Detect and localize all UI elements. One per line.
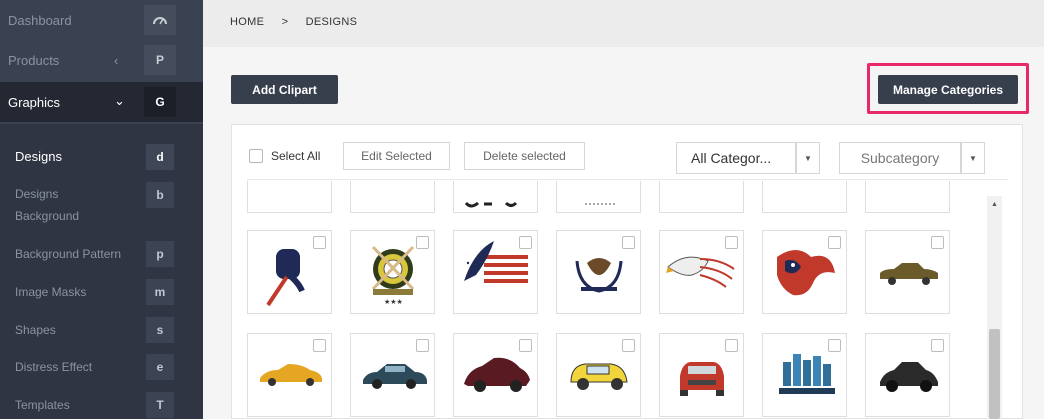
- design-tile-hot-rod-black[interactable]: [865, 333, 950, 417]
- design-tile[interactable]: [659, 181, 744, 213]
- delete-selected-button[interactable]: Delete selected: [464, 142, 585, 170]
- sidebar-subitem-badge: s: [146, 317, 174, 343]
- sidebar-subitem-label: Image Masks: [15, 285, 87, 299]
- design-tile-checkbox[interactable]: [622, 339, 635, 352]
- caret-down-icon[interactable]: ▼: [961, 142, 985, 174]
- chevron-left-icon: ‹: [114, 52, 119, 68]
- breadcrumb: HOME > DESIGNS: [230, 16, 371, 28]
- breadcrumb-separator: >: [281, 16, 289, 28]
- sidebar-subitem-badge: p: [146, 241, 174, 267]
- design-tile-vintage-car[interactable]: [865, 230, 950, 314]
- design-tile-checkbox[interactable]: [313, 236, 326, 249]
- sidebar-subitem-badge: m: [146, 279, 174, 305]
- design-tile-checkbox[interactable]: [931, 236, 944, 249]
- design-tile-checkbox[interactable]: [931, 339, 944, 352]
- breadcrumb-home[interactable]: HOME: [230, 16, 264, 28]
- sidebar-subitem-designs-background[interactable]: Designs Background b: [0, 182, 203, 228]
- sidebar-item-label: Graphics: [8, 94, 61, 110]
- design-tile-checkbox[interactable]: [828, 236, 841, 249]
- design-tile-city-skyline-car[interactable]: [762, 333, 847, 417]
- scrollbar-thumb[interactable]: [989, 329, 1000, 419]
- design-tile-classic-car-red[interactable]: [453, 333, 538, 417]
- select-all-label[interactable]: Select All: [271, 149, 320, 163]
- sidebar-subitem-background-pattern[interactable]: Background Pattern p: [0, 241, 203, 267]
- manage-categories-button[interactable]: Manage Categories: [878, 75, 1018, 104]
- design-tile-baseball-bat-glove[interactable]: [247, 230, 332, 314]
- sidebar-subitem-templates[interactable]: Templates T: [0, 392, 203, 418]
- category-select-value: All Categor...: [691, 150, 772, 166]
- sidebar-subitem-label: Shapes: [15, 323, 56, 337]
- sidebar: Dashboard Products ‹ P Graphics ⌄ G Desi…: [0, 0, 203, 419]
- subcategory-select-placeholder: Subcategory: [860, 150, 940, 166]
- sidebar-subitem-label: Distress Effect: [15, 360, 93, 374]
- design-tile-checkbox[interactable]: [828, 339, 841, 352]
- design-tile-checkbox[interactable]: [725, 236, 738, 249]
- sidebar-item-label: Dashboard: [8, 12, 72, 28]
- design-tile-eagle-flag[interactable]: [453, 230, 538, 314]
- design-tile[interactable]: [865, 181, 950, 213]
- toolbar-divider: [247, 179, 1008, 180]
- design-tile-eagle-wreath[interactable]: [556, 230, 641, 314]
- sidebar-subitem-label: Templates: [15, 398, 70, 412]
- design-tile-checkbox[interactable]: [313, 339, 326, 352]
- sidebar-item-dashboard[interactable]: Dashboard: [0, 0, 203, 40]
- design-tile-car-front-red[interactable]: [659, 333, 744, 417]
- sidebar-subitem-label: Background Pattern: [15, 247, 122, 261]
- sidebar-subitem-badge: d: [146, 144, 174, 170]
- subcategory-select[interactable]: Subcategory: [839, 142, 961, 174]
- design-tile-cartoon-car[interactable]: [556, 333, 641, 417]
- sidebar-subitem-designs[interactable]: Designs d: [0, 144, 203, 170]
- sidebar-subitem-badge: T: [146, 392, 174, 418]
- scroll-up-icon[interactable]: ▲: [987, 196, 1002, 212]
- design-tile-tribal-eagle[interactable]: [762, 230, 847, 314]
- design-tile-checkbox[interactable]: [519, 339, 532, 352]
- design-tile[interactable]: [453, 181, 538, 213]
- sidebar-subitem-badge: b: [146, 182, 174, 208]
- sidebar-subitem-image-masks[interactable]: Image Masks m: [0, 279, 203, 305]
- sidebar-item-products[interactable]: Products ‹ P: [0, 40, 203, 80]
- sidebar-item-label: Products: [8, 52, 60, 68]
- select-all-checkbox[interactable]: [249, 149, 263, 163]
- sidebar-subitem-distress-effect[interactable]: Distress Effect e: [0, 354, 203, 380]
- sidebar-item-badge: P: [144, 45, 176, 75]
- design-tile-eagle-head-flag[interactable]: [659, 230, 744, 314]
- sidebar-item-graphics[interactable]: Graphics ⌄ G: [0, 82, 203, 122]
- edit-selected-button[interactable]: Edit Selected: [343, 142, 450, 170]
- svg-text:★★★: ★★★: [384, 298, 403, 306]
- add-clipart-button[interactable]: Add Clipart: [231, 75, 338, 104]
- breadcrumb-current: DESIGNS: [305, 16, 358, 28]
- design-tile-checkbox[interactable]: [416, 339, 429, 352]
- sidebar-subitem-label: Designs Background: [15, 187, 80, 223]
- caret-down-icon[interactable]: ▼: [796, 142, 820, 174]
- design-tile-checkbox[interactable]: [416, 236, 429, 249]
- sidebar-subitem-label: Designs: [15, 149, 62, 164]
- design-tile-sedan-blue[interactable]: [350, 333, 435, 417]
- design-tile-checkbox[interactable]: [725, 339, 738, 352]
- design-tile[interactable]: [556, 181, 641, 213]
- design-tile-checkbox[interactable]: [622, 236, 635, 249]
- design-tile-sports-car-yellow[interactable]: [247, 333, 332, 417]
- category-select[interactable]: All Categor...: [676, 142, 796, 174]
- designs-grid: ★★★: [247, 181, 987, 419]
- sidebar-subitem-shapes[interactable]: Shapes s: [0, 317, 203, 343]
- sidebar-item-badge: G: [144, 87, 176, 117]
- designs-scrollbar[interactable]: ▲: [987, 196, 1002, 419]
- design-tile-baseball-emblem[interactable]: ★★★: [350, 230, 435, 314]
- design-tile[interactable]: [762, 181, 847, 213]
- chevron-down-icon: ⌄: [114, 93, 125, 108]
- design-tile[interactable]: [350, 181, 435, 213]
- design-tile-checkbox[interactable]: [519, 236, 532, 249]
- design-tile[interactable]: [247, 181, 332, 213]
- gauge-icon: [144, 5, 176, 35]
- sidebar-subitem-badge: e: [146, 354, 174, 380]
